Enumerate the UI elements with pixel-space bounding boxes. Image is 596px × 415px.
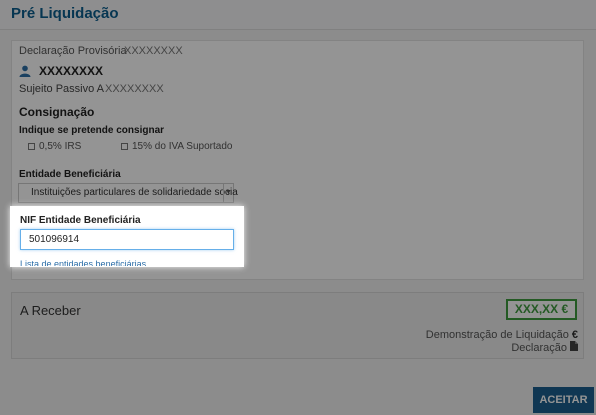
iva-checkbox[interactable] bbox=[121, 143, 128, 150]
receive-label: A Receber bbox=[20, 303, 81, 318]
beneficiary-select[interactable]: Instituições particulares de solidarieda… bbox=[18, 183, 238, 203]
declaration-value: XXXXXXXX bbox=[124, 45, 183, 57]
beneficiary-label: Entidade Beneficiária bbox=[19, 169, 121, 180]
demo-liquidation-label: Demonstração de Liquidação bbox=[425, 329, 569, 341]
amount-badge: XXX,XX € bbox=[506, 299, 577, 320]
irs-checkbox[interactable] bbox=[28, 143, 35, 150]
iva-option-label: 15% do IVA Suportado bbox=[132, 141, 233, 152]
nif-highlight-panel: NIF Entidade Beneficiária Lista de entid… bbox=[10, 206, 244, 267]
beneficiary-select-value: Instituições particulares de solidarieda… bbox=[31, 187, 238, 198]
consignment-question: Indique se pretende consignar bbox=[19, 125, 165, 136]
receive-panel bbox=[11, 292, 584, 359]
page-title: Pré Liquidação bbox=[11, 5, 119, 22]
beneficiary-list-link[interactable]: Lista de entidades beneficiárias bbox=[20, 259, 146, 266]
declaration-link-label: Declaração bbox=[511, 342, 567, 354]
declaration-label: Declaração Provisória bbox=[19, 45, 127, 57]
declaration-link[interactable]: Declaração bbox=[511, 341, 578, 354]
accept-button[interactable]: ACEITAR bbox=[533, 387, 594, 413]
consignment-title: Consignação bbox=[19, 105, 95, 119]
taxpayer-name: XXXXXXXX bbox=[39, 64, 104, 78]
document-icon bbox=[570, 341, 578, 351]
subject-label: Sujeito Passivo A bbox=[19, 83, 104, 95]
chevron-down-icon[interactable]: ▼ bbox=[223, 184, 233, 202]
user-icon bbox=[19, 65, 31, 77]
header-bar: Pré Liquidação bbox=[0, 0, 596, 30]
pre-liquidation-page: Pré Liquidação Declaração Provisória XXX… bbox=[0, 0, 596, 415]
nif-input[interactable] bbox=[20, 229, 234, 250]
nif-label: NIF Entidade Beneficiária bbox=[20, 215, 141, 226]
demo-liquidation-link[interactable]: Demonstração de Liquidação € bbox=[426, 329, 578, 341]
subject-value: XXXXXXXX bbox=[105, 83, 164, 95]
euro-icon: € bbox=[571, 329, 578, 341]
irs-option-label: 0,5% IRS bbox=[39, 141, 82, 152]
